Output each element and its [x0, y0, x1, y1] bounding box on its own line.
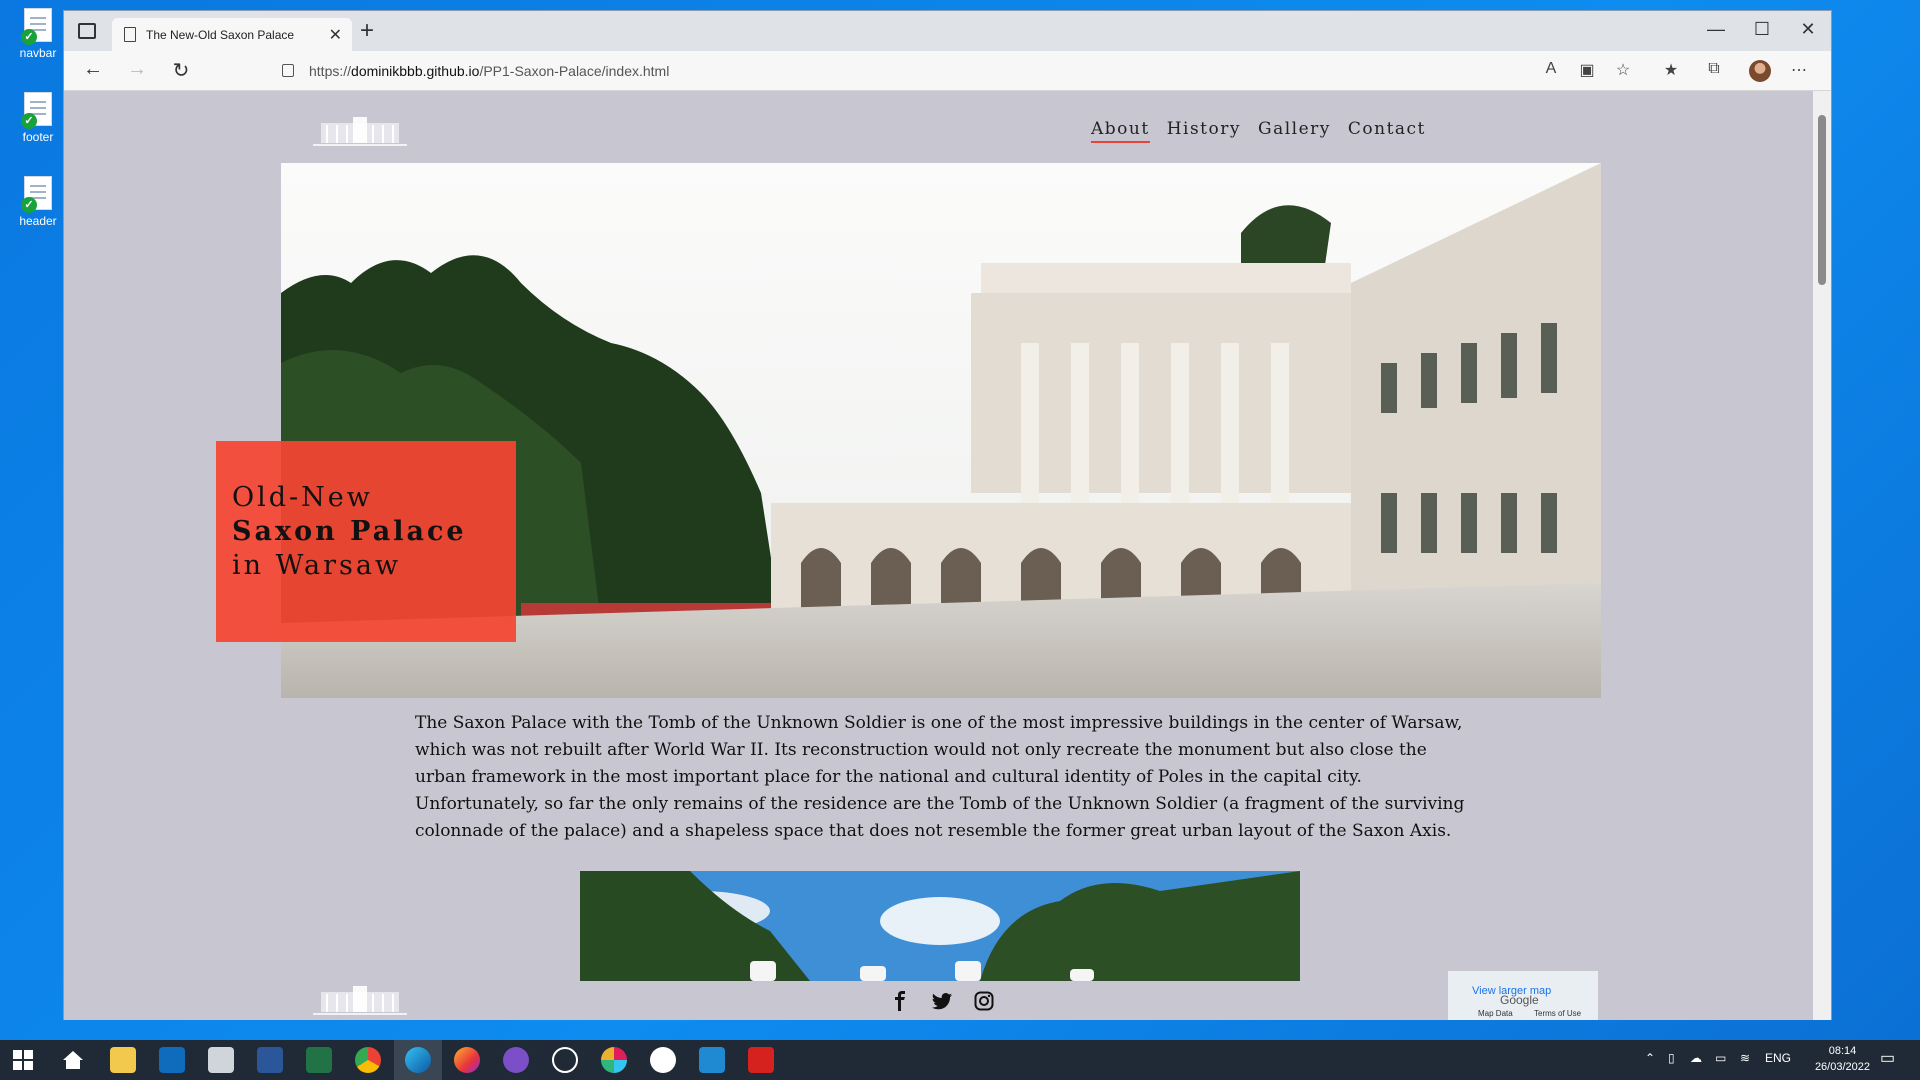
favorites-icon[interactable]: ★: [1658, 60, 1684, 80]
browser-window: The New-Old Saxon Palace ✕ + — ☐ ✕ ← → ↻…: [63, 10, 1832, 1020]
desktop-icon-header[interactable]: ✓ header: [8, 176, 68, 228]
file-icon: ✓: [21, 176, 52, 213]
twitter-icon[interactable]: [932, 991, 952, 1011]
hero-title-box: Old-New Saxon Palace in Warsaw: [216, 441, 516, 642]
instagram-icon[interactable]: [974, 991, 994, 1011]
social-links: [890, 991, 994, 1011]
acrobat-icon[interactable]: [748, 1047, 774, 1073]
page-viewport: About History Gallery Contact Old-New Sa…: [64, 91, 1815, 1020]
nav-history[interactable]: History: [1167, 119, 1241, 143]
mail-icon[interactable]: [208, 1047, 234, 1073]
battery-icon[interactable]: ▭: [1715, 1051, 1726, 1065]
read-aloud-icon[interactable]: A: [1538, 60, 1564, 78]
desktop-icon-footer[interactable]: ✓ footer: [8, 92, 68, 144]
desktop-icon-label: header: [19, 214, 57, 228]
check-icon: ✓: [21, 113, 37, 129]
home-icon[interactable]: [60, 1047, 86, 1073]
collections-icon[interactable]: ⧉: [1701, 60, 1727, 78]
immersive-reader-icon[interactable]: ▣: [1574, 60, 1600, 80]
desktop-icon-label: navbar: [19, 46, 57, 60]
page-icon: [124, 27, 136, 42]
forward-button[interactable]: →: [122, 58, 152, 81]
slack-icon[interactable]: [601, 1047, 627, 1073]
lock-icon[interactable]: [282, 64, 294, 77]
footer-logo[interactable]: [307, 976, 413, 1020]
desktop-icon-navbar[interactable]: ✓ navbar: [8, 8, 68, 60]
back-button[interactable]: ←: [78, 58, 108, 81]
firefox-icon[interactable]: [454, 1047, 480, 1073]
word-icon[interactable]: [257, 1047, 283, 1073]
outlook-icon[interactable]: [159, 1047, 185, 1073]
check-icon: ✓: [21, 197, 37, 213]
tab-actions-icon[interactable]: [78, 23, 96, 39]
file-icon: ✓: [21, 8, 52, 45]
more-options-icon[interactable]: ⋯: [1786, 60, 1812, 80]
chrome-icon[interactable]: [355, 1047, 381, 1073]
clock-time: 08:14: [1828, 1045, 1857, 1057]
notifications-icon[interactable]: ▭: [1880, 1048, 1895, 1068]
maximize-button[interactable]: ☐: [1747, 19, 1777, 40]
tab-title: The New-Old Saxon Palace: [146, 28, 295, 42]
hero-title-line1: Old-New: [232, 482, 373, 513]
wifi-icon[interactable]: ≋: [1740, 1051, 1750, 1065]
emoji-app-icon[interactable]: [650, 1047, 676, 1073]
new-tab-button[interactable]: +: [360, 17, 374, 45]
add-favorite-icon[interactable]: ☆: [1610, 60, 1636, 80]
system-clock[interactable]: 08:14 26/03/2022: [1815, 1043, 1870, 1075]
device-icon[interactable]: ▯: [1668, 1051, 1675, 1065]
close-window-button[interactable]: ✕: [1793, 19, 1823, 40]
language-indicator[interactable]: ENG: [1765, 1051, 1791, 1065]
vscode-icon[interactable]: [699, 1047, 725, 1073]
speedtest-icon[interactable]: [552, 1047, 578, 1073]
nav-about[interactable]: About: [1091, 119, 1150, 143]
url-text[interactable]: https://dominikbbb.github.io/PP1-Saxon-P…: [309, 63, 669, 79]
start-icon[interactable]: [10, 1047, 36, 1073]
taskbar: ⌃ ▯ ☁ ▭ ≋ ENG 08:14 26/03/2022 ▭: [0, 1040, 1920, 1080]
close-tab-icon[interactable]: ✕: [329, 25, 342, 45]
map-terms-link[interactable]: Terms of Use: [1534, 1009, 1581, 1018]
minimize-button[interactable]: —: [1701, 19, 1731, 40]
tomb-photo: [580, 871, 1300, 981]
embedded-map[interactable]: View larger map Google Map Data Terms of…: [1448, 971, 1598, 1020]
refresh-button[interactable]: ↻: [166, 58, 196, 83]
github-desktop-icon[interactable]: [503, 1047, 529, 1073]
browser-tab[interactable]: The New-Old Saxon Palace ✕: [112, 18, 352, 51]
title-bar: The New-Old Saxon Palace ✕ + — ☐ ✕: [64, 11, 1831, 51]
map-data-label[interactable]: Map Data: [1478, 1009, 1513, 1018]
url-field[interactable]: https://dominikbbb.github.io/PP1-Saxon-P…: [214, 56, 1594, 86]
scrollbar-thumb[interactable]: [1818, 115, 1826, 285]
profile-avatar[interactable]: [1749, 60, 1771, 82]
onedrive-icon[interactable]: ☁: [1690, 1051, 1702, 1065]
show-hidden-icons[interactable]: ⌃: [1645, 1051, 1655, 1065]
page-scrollbar[interactable]: [1813, 91, 1831, 1020]
clock-date: 26/03/2022: [1814, 1061, 1870, 1073]
edge-icon[interactable]: [405, 1047, 431, 1073]
map-brand: Google: [1500, 993, 1539, 1007]
check-icon: ✓: [21, 29, 37, 45]
file-explorer-icon[interactable]: [110, 1047, 136, 1073]
intro-paragraph: The Saxon Palace with the Tomb of the Un…: [415, 713, 1465, 841]
hero-title-line3: in Warsaw: [232, 550, 402, 581]
file-icon: ✓: [21, 92, 52, 129]
hero-title-line2: Saxon Palace: [232, 516, 467, 547]
nav-contact[interactable]: Contact: [1348, 119, 1426, 143]
nav-gallery[interactable]: Gallery: [1258, 119, 1331, 143]
address-bar: ← → ↻ https://dominikbbb.github.io/PP1-S…: [64, 51, 1831, 91]
excel-icon[interactable]: [306, 1047, 332, 1073]
site-navbar: About History Gallery Contact: [1091, 119, 1426, 143]
site-logo[interactable]: [307, 107, 413, 151]
desktop-icon-label: footer: [22, 130, 54, 144]
facebook-icon[interactable]: [890, 991, 910, 1011]
